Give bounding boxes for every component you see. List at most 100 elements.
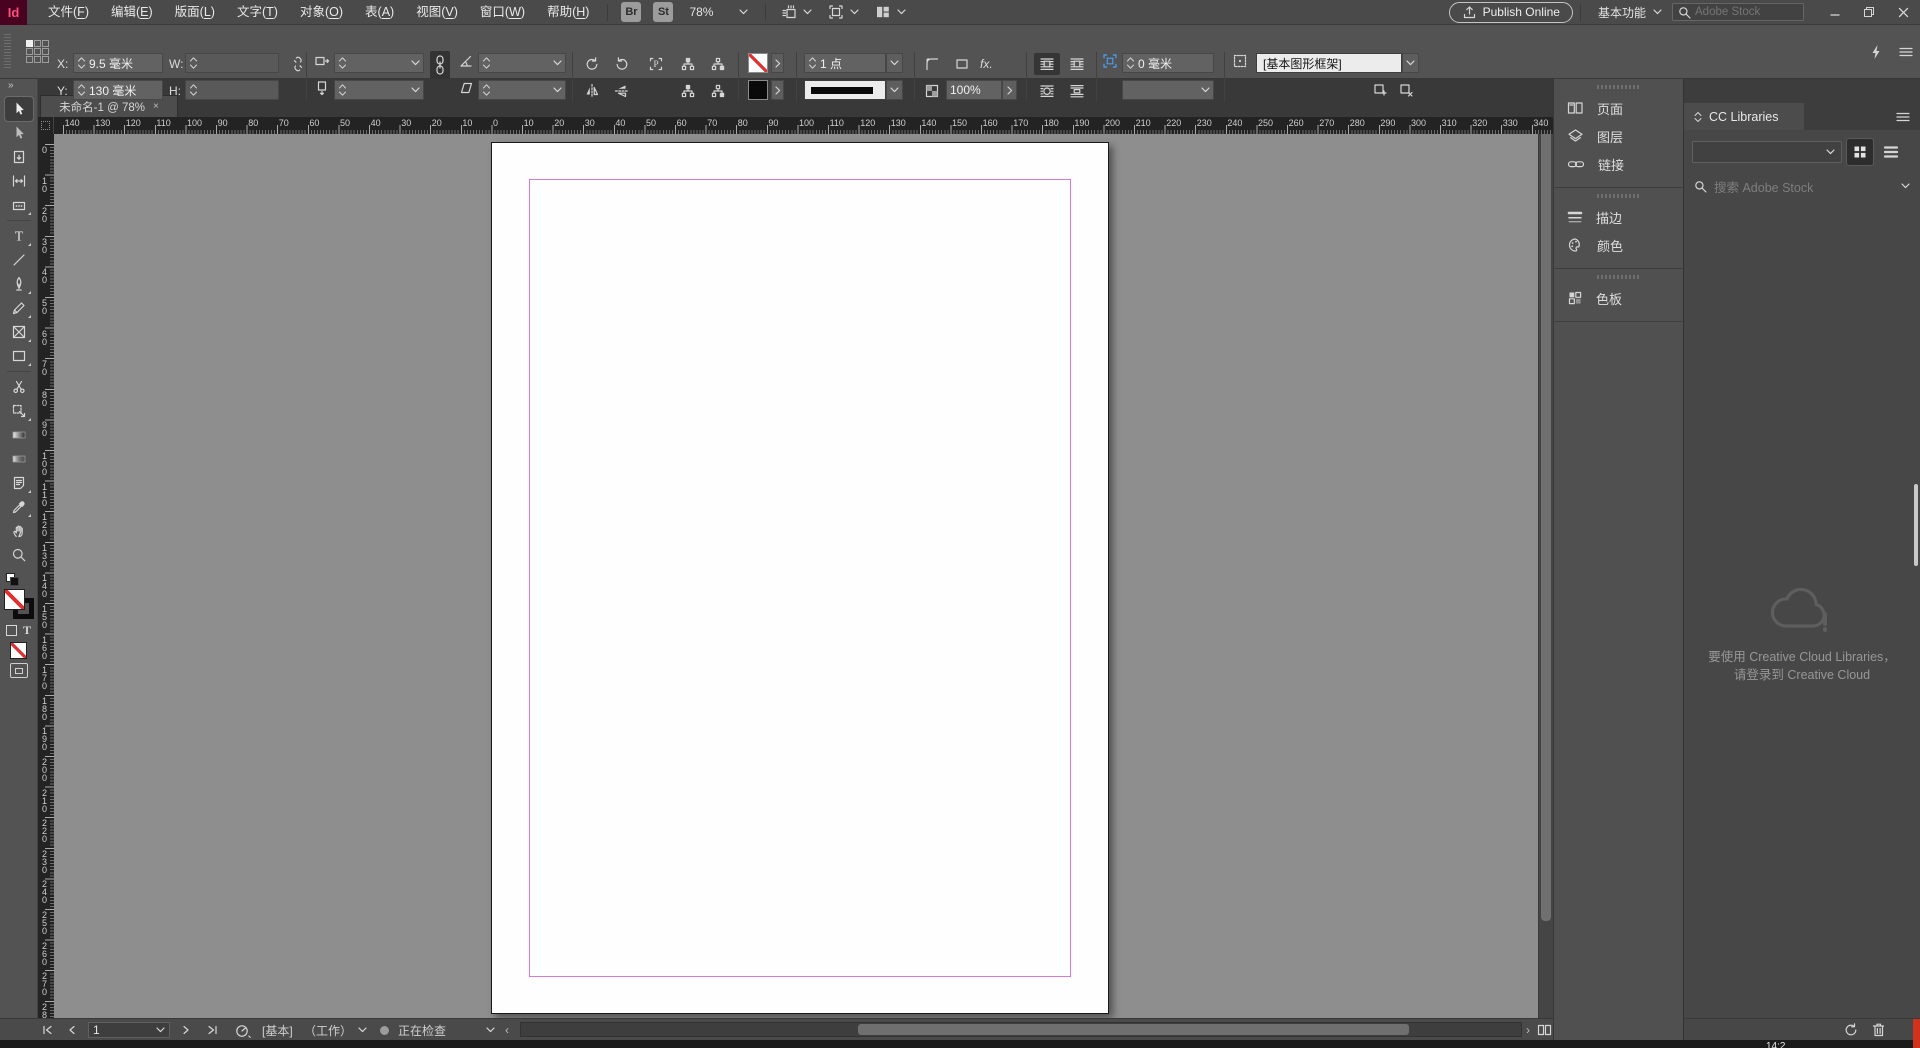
cc-libraries-menu-button[interactable]	[1896, 112, 1920, 122]
zoom-tool[interactable]	[5, 543, 33, 567]
dock-item-页面[interactable]: 页面	[1554, 94, 1683, 122]
tools-panel-expander[interactable]: »	[0, 79, 37, 93]
pencil-tool[interactable]	[5, 296, 33, 320]
menubar-menu[interactable]: 表(A)	[354, 0, 405, 25]
library-select-dropdown[interactable]	[1692, 141, 1842, 163]
transparency-button[interactable]	[920, 80, 944, 102]
horizontal-ruler[interactable]: 1501401301201101009080706050403020100102…	[38, 117, 1553, 134]
rotation-angle-field[interactable]	[478, 53, 566, 73]
reference-point-proxy[interactable]	[26, 40, 50, 64]
wrap-none-button[interactable]	[1034, 53, 1060, 75]
stroke-weight-dropdown[interactable]	[886, 53, 903, 73]
preflight-dropdown[interactable]	[358, 1019, 367, 1041]
zoom-level-dropdown[interactable]: 78%	[679, 5, 758, 19]
select-content-button[interactable]	[676, 80, 700, 102]
type-tool[interactable]: T	[5, 224, 33, 248]
bridge-button[interactable]: Br	[621, 2, 642, 22]
selection-tool[interactable]	[3, 96, 34, 122]
dock-item-图层[interactable]: 图层	[1554, 122, 1683, 150]
object-style-chevron[interactable]	[1402, 53, 1419, 73]
stock-search-box[interactable]	[1672, 3, 1804, 21]
stroke-style-dropdown[interactable]	[804, 80, 886, 100]
corner-shape-button[interactable]	[950, 53, 974, 75]
horizontal-scrollbar-thumb[interactable]	[858, 1024, 1409, 1035]
gradient-feather-tool[interactable]	[5, 447, 33, 471]
preflight-menu-button[interactable]	[234, 1019, 251, 1041]
gradient-tool[interactable]	[5, 423, 33, 447]
wrap-object-shape-button[interactable]	[1034, 80, 1060, 102]
fill-stroke-proxy[interactable]	[3, 589, 34, 619]
scale-x-field[interactable]	[334, 53, 424, 73]
first-page-button[interactable]	[42, 1019, 54, 1041]
apply-none-button[interactable]	[10, 642, 27, 659]
chevron-down-icon[interactable]	[156, 1027, 165, 1033]
grid-view-button[interactable]	[1846, 138, 1874, 166]
dock-item-色板[interactable]: 色板	[1554, 284, 1683, 312]
publish-online-button[interactable]: Publish Online	[1448, 1, 1573, 23]
vertical-scrollbar[interactable]	[1538, 117, 1553, 1018]
corner-options-button[interactable]	[920, 53, 944, 75]
stroke-expand-button[interactable]	[771, 80, 784, 100]
free-transform-tool[interactable]	[5, 399, 33, 423]
menubar-menu[interactable]: 文字(T)	[226, 0, 289, 25]
stepper-icon[interactable]	[338, 82, 347, 98]
eyedropper-tool[interactable]	[5, 495, 33, 519]
stepper-icon[interactable]	[1126, 55, 1135, 71]
direct-selection-tool[interactable]	[5, 121, 33, 145]
menubar-menu[interactable]: 视图(V)	[405, 0, 469, 25]
stepper-icon[interactable]	[482, 82, 491, 98]
x-field[interactable]: 9.5 毫米	[73, 53, 163, 73]
cc-search-field[interactable]: 搜索 Adobe Stock	[1684, 173, 1920, 199]
fill-expand-button[interactable]	[771, 53, 784, 73]
view-options-dropdown[interactable]	[773, 4, 820, 20]
stepper-icon[interactable]	[77, 82, 86, 98]
wrap-jump-button[interactable]	[1064, 80, 1090, 102]
opacity-field[interactable]: 100%	[946, 80, 1002, 100]
split-view-button[interactable]	[1537, 1019, 1552, 1041]
line-tool[interactable]	[5, 248, 33, 272]
menubar-menu[interactable]: 对象(O)	[289, 0, 354, 25]
last-page-button[interactable]	[206, 1019, 218, 1041]
screen-mode-button[interactable]	[9, 663, 28, 678]
constrain-scale-toggle[interactable]	[430, 51, 450, 79]
dock-group-grip[interactable]	[1596, 85, 1641, 89]
effects-button[interactable]: fx.	[980, 53, 993, 75]
scale-y-field[interactable]	[334, 80, 424, 100]
rotate-cw-button[interactable]	[580, 53, 604, 75]
menubar-menu[interactable]: 窗口(W)	[469, 0, 536, 25]
wrap-offset-field[interactable]: 0 毫米	[1122, 53, 1214, 73]
stroke-weight-field[interactable]: 1 点	[804, 53, 886, 73]
document-page[interactable]	[491, 142, 1109, 1014]
minimize-button[interactable]	[1818, 0, 1852, 25]
note-tool[interactable]	[5, 471, 33, 495]
status-dropdown[interactable]	[486, 1019, 495, 1041]
rectangle-tool[interactable]	[5, 344, 33, 368]
list-view-button[interactable]	[1878, 139, 1904, 165]
flip-vertical-button[interactable]	[610, 80, 634, 102]
new-style-button[interactable]	[1372, 82, 1388, 98]
dock-item-颜色[interactable]: 颜色	[1554, 231, 1683, 259]
pasteboard[interactable]	[54, 134, 1538, 1018]
trash-icon[interactable]	[1871, 1022, 1886, 1038]
wrap-bounding-box-button[interactable]	[1064, 53, 1090, 75]
wrap-options-dropdown[interactable]	[1122, 80, 1214, 100]
previous-page-button[interactable]	[68, 1019, 76, 1041]
arrange-documents-dropdown[interactable]	[867, 4, 914, 20]
chevron-down-icon[interactable]	[553, 60, 562, 66]
chevron-down-icon[interactable]	[553, 87, 562, 93]
vertical-ruler[interactable]: 0 1 0 2 0 3 0 4 0 5 0 6 0 7 0 8 0 9 0 1 0 0 1 1 0 1 …	[38, 134, 54, 1018]
dock-item-描边[interactable]: 描边	[1554, 203, 1683, 231]
chevron-down-icon[interactable]	[1201, 87, 1210, 93]
content-collector-tool[interactable]	[5, 193, 33, 217]
control-panel-menu-button[interactable]	[1898, 44, 1914, 60]
flip-horizontal-button[interactable]	[580, 80, 604, 102]
next-page-button[interactable]	[182, 1019, 190, 1041]
vertical-scrollbar-thumb[interactable]	[1541, 121, 1551, 921]
formatting-affects-text-button[interactable]: T	[23, 623, 31, 638]
stepper-icon[interactable]	[338, 55, 347, 71]
default-swatches-button[interactable]	[5, 573, 33, 586]
clear-overrides-button[interactable]	[1398, 82, 1414, 98]
restore-button[interactable]	[1852, 0, 1886, 25]
select-previous-object-button[interactable]	[676, 53, 700, 75]
dock-group-grip[interactable]	[1596, 275, 1641, 279]
